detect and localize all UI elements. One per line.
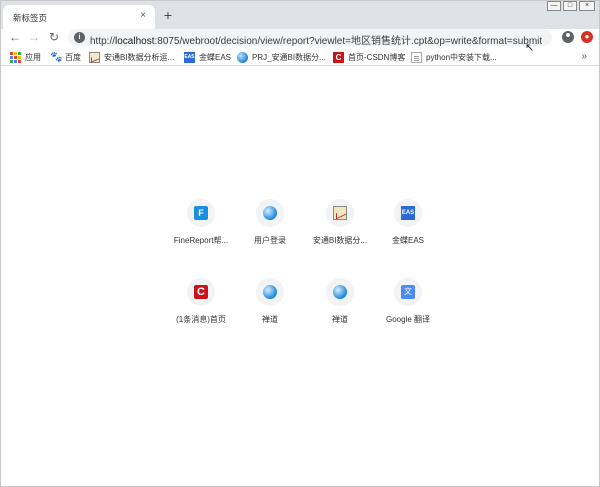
mouse-cursor-icon: ↖	[525, 42, 535, 54]
shortcut-tile-finereport[interactable]: F FineReport帮...	[166, 199, 236, 259]
tile-icon-container: C	[187, 278, 215, 306]
eas-icon: EAS	[401, 206, 415, 220]
tile-label: FineReport帮...	[173, 236, 229, 245]
shortcut-tile-chandao-2[interactable]: 禅道	[305, 278, 375, 338]
bookmarks-bar: 应用 🐾 百度 安通BI数据分析运... EAS 金蝶EAS PRJ_安通BI数…	[1, 48, 599, 66]
bookmark-prj-antong[interactable]: PRJ_安通BI数据分...	[237, 51, 326, 63]
bookmarks-overflow-button[interactable]: »	[581, 51, 587, 62]
tile-icon-container: F	[187, 199, 215, 227]
profile-avatar-icon[interactable]	[562, 31, 574, 43]
tile-icon-container	[326, 199, 354, 227]
bookmark-eas[interactable]: EAS 金蝶EAS	[184, 51, 231, 63]
google-translate-icon: 文	[401, 285, 415, 299]
shortcut-tile-antong-bi[interactable]: 安通BI数据分...	[305, 199, 375, 259]
maximize-button[interactable]: □	[563, 1, 577, 11]
globe-icon	[263, 285, 277, 299]
shortcut-tile-chandao-1[interactable]: 禅道	[235, 278, 305, 338]
url-host: localhost	[115, 36, 155, 47]
browser-window: 新标签页 × + — □ × ← → ↻ i http://localhost:…	[0, 0, 600, 487]
tile-label: 禅道	[262, 315, 278, 324]
globe-icon	[263, 206, 277, 220]
eas-icon: EAS	[184, 51, 195, 63]
bookmark-apps[interactable]: 应用	[10, 51, 41, 63]
tile-icon-container: EAS	[394, 199, 422, 227]
tile-label: 安通BI数据分...	[312, 236, 368, 245]
url-prefix: http://	[90, 36, 116, 47]
new-tab-page: F FineReport帮... 用户登录 安通BI数据分... EAS 金蝶E…	[1, 67, 599, 486]
bookmark-label: 金蝶EAS	[199, 52, 232, 62]
reload-button[interactable]: ↻	[47, 30, 61, 44]
tile-icon-container	[256, 278, 284, 306]
shortcut-tile-csdn[interactable]: C (1条消息)首页	[166, 278, 236, 338]
shortcut-tile-eas[interactable]: EAS 金蝶EAS	[373, 199, 443, 259]
bookmark-antong-bi[interactable]: 安通BI数据分析运...	[89, 51, 174, 63]
tile-icon-container	[256, 199, 284, 227]
baidu-paw-icon: 🐾	[50, 51, 63, 63]
chart-icon	[89, 51, 100, 63]
bookmark-python[interactable]: python中安装下载...	[411, 51, 497, 63]
tab-title: 新标签页	[13, 13, 48, 23]
window-controls: — □ ×	[547, 1, 595, 13]
globe-icon	[237, 51, 248, 63]
site-info-icon[interactable]: i	[74, 32, 85, 43]
bookmark-label: PRJ_安通BI数据分...	[252, 52, 326, 62]
bookmark-label: 百度	[65, 52, 81, 62]
tab-close-icon[interactable]: ×	[137, 10, 149, 22]
url-text[interactable]: http://localhost:8075/webroot/decision/v…	[90, 32, 542, 47]
back-button[interactable]: ←	[8, 30, 22, 44]
tile-icon-container	[326, 278, 354, 306]
csdn-icon: C	[194, 285, 208, 299]
bookmark-baidu[interactable]: 🐾 百度	[50, 51, 81, 63]
shortcut-tile-google-translate[interactable]: 文 Google 翻译	[373, 278, 443, 338]
document-icon	[411, 51, 422, 63]
tile-label: Google 翻译	[385, 315, 431, 324]
new-tab-button[interactable]: +	[161, 8, 175, 22]
url-path: :8075/webroot/decision/view/report?viewl…	[154, 36, 543, 47]
window-close-button[interactable]: ×	[579, 1, 595, 11]
bookmark-label: 安通BI数据分析运...	[104, 52, 175, 62]
tile-label: (1条消息)首页	[176, 315, 226, 324]
bookmark-label: 首页-CSDN博客	[348, 52, 406, 62]
tile-label: 禅道	[332, 315, 348, 324]
tile-label: 金蝶EAS	[391, 236, 424, 245]
tab-new-tab[interactable]: 新标签页 ×	[3, 5, 155, 29]
address-bar[interactable]: i http://localhost:8075/webroot/decision…	[68, 29, 552, 47]
apps-icon	[10, 51, 21, 63]
browser-toolbar: ← → ↻ i http://localhost:8075/webroot/de…	[1, 29, 599, 47]
minimize-button[interactable]: —	[547, 1, 561, 11]
finereport-icon: F	[194, 206, 208, 220]
bookmark-label: python中安装下载...	[426, 52, 497, 62]
bookmark-label: 应用	[25, 52, 41, 62]
bookmark-csdn[interactable]: C 首页-CSDN博客	[333, 51, 405, 63]
chart-icon	[333, 206, 347, 220]
extension-icon[interactable]: ●	[581, 31, 593, 43]
csdn-icon: C	[333, 51, 344, 63]
globe-icon	[333, 285, 347, 299]
tab-strip: 新标签页 × + — □ ×	[1, 1, 599, 29]
tile-icon-container: 文	[394, 278, 422, 306]
tile-label: 用户登录	[254, 236, 286, 245]
shortcut-tile-user-login[interactable]: 用户登录	[235, 199, 305, 259]
forward-button[interactable]: →	[27, 30, 41, 44]
